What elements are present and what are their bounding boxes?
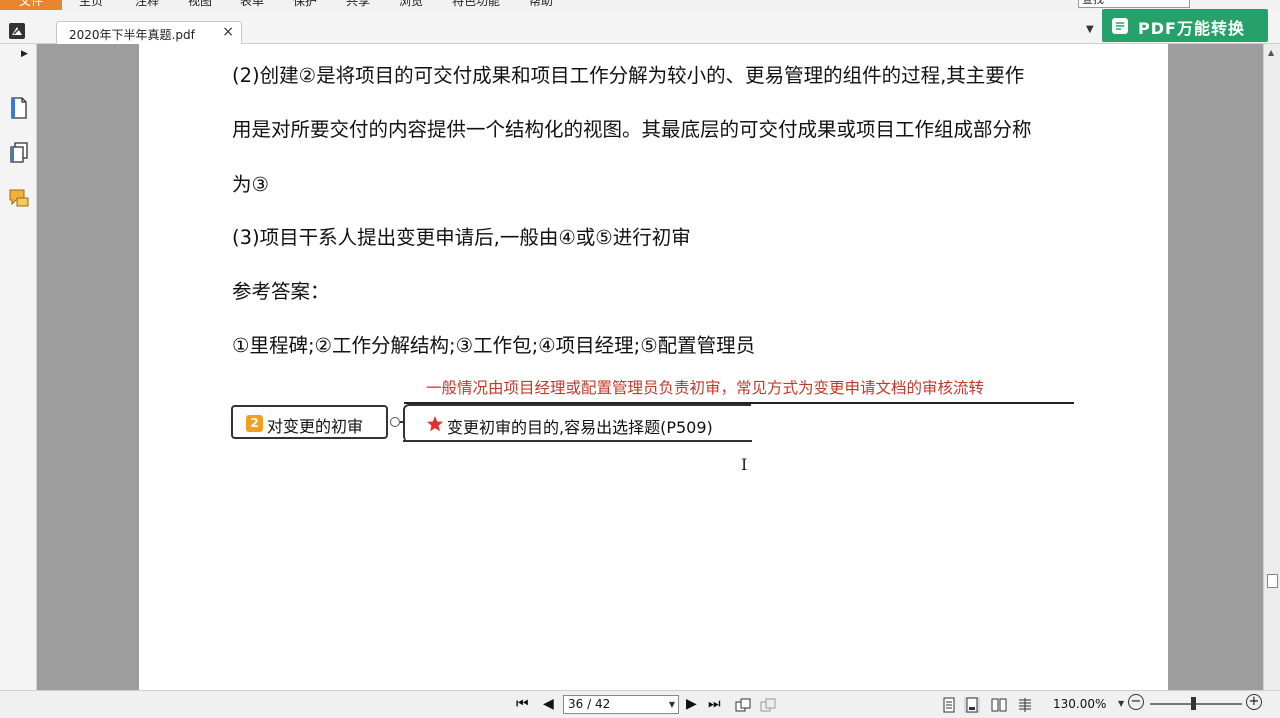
menu-form[interactable]: 表单 (240, 0, 264, 10)
zoom-level[interactable]: 130.00% (1053, 697, 1106, 711)
scroll-up-icon[interactable]: ▲ (1268, 48, 1274, 57)
left-sidebar: ▶ (0, 44, 37, 690)
menu-help[interactable]: 帮助 (529, 0, 553, 10)
menu-bar: 文件 主页 注释 视图 表单 保护 共享 浏览 特色功能 帮助 查找 (0, 0, 1280, 10)
collapse-node-icon[interactable] (390, 417, 400, 427)
text-line-3: 为③ (232, 173, 269, 196)
zoom-dropdown-icon[interactable]: ▼ (1118, 699, 1124, 708)
scrollbar-thumb[interactable] (1267, 574, 1278, 588)
menu-annotate[interactable]: 注释 (135, 0, 159, 10)
node-number-badge: 2 (246, 415, 263, 432)
app-logo-icon (9, 23, 25, 39)
pdf-convert-label: PDF万能转换 (1138, 19, 1245, 38)
page-thumbnail-icon[interactable] (8, 96, 30, 120)
zoom-out-icon[interactable]: − (1128, 694, 1144, 710)
text-cursor-icon: I (741, 455, 748, 474)
text-line-4: (3)项目干系人提出变更申请后,一般由④或⑤进行初审 (232, 226, 691, 249)
menu-home[interactable]: 主页 (79, 0, 103, 10)
tab-list-dropdown-icon[interactable]: ▼ (1086, 24, 1094, 35)
expand-panel-icon[interactable]: ▶ (21, 49, 28, 59)
continuous-view-icon[interactable] (964, 697, 980, 713)
menu-protect[interactable]: 保护 (293, 0, 317, 10)
two-page-view-icon[interactable] (991, 697, 1007, 713)
zoom-slider-track[interactable] (1150, 703, 1242, 705)
comments-icon[interactable] (8, 186, 30, 210)
page-dropdown-icon[interactable]: ▼ (669, 696, 675, 713)
pdf-convert-icon (1112, 18, 1128, 34)
document-tab[interactable]: 2020年下半年真题.pdf × (56, 21, 242, 45)
menu-file[interactable]: 文件 (0, 0, 62, 10)
menu-features[interactable]: 特色功能 (452, 0, 500, 10)
vertical-scrollbar[interactable]: ▲ (1263, 44, 1280, 690)
mindmap-node-initial-review[interactable]: 2 对变更的初审 (231, 405, 388, 439)
status-bar: ⏮ ◀ 36 / 42 ▼ ▶ ⏭ 130.00% ▼ − + (0, 690, 1280, 718)
menu-share[interactable]: 共享 (346, 0, 370, 10)
single-page-view-icon[interactable] (941, 697, 957, 713)
page-number-input[interactable]: 36 / 42 ▼ (563, 695, 679, 714)
text-line-2: 用是对所要交付的内容提供一个结构化的视图。其最底层的可交付成果或项目工作组成部分… (232, 118, 1032, 141)
node-purpose-label: 变更初审的目的,容易出选择题(P509) (447, 418, 713, 437)
node-purpose-underline (403, 440, 752, 442)
search-input[interactable]: 查找 (1078, 0, 1190, 8)
node-initial-label: 对变更的初审 (267, 417, 364, 436)
tab-bar: 2020年下半年真题.pdf × ▼ (0, 10, 1280, 45)
mindmap-node-purpose[interactable]: 变更初审的目的,容易出选择题(P509) (403, 404, 751, 442)
pdf-convert-button[interactable]: PDF万能转换 (1102, 9, 1268, 42)
page-number-value: 36 / 42 (568, 697, 611, 711)
text-line-5: 参考答案： (232, 280, 330, 303)
rotate-view-icon[interactable] (735, 697, 751, 713)
zoom-in-icon[interactable]: + (1246, 694, 1262, 710)
star-icon (427, 416, 443, 432)
first-page-icon[interactable]: ⏮ (516, 696, 529, 712)
previous-page-icon[interactable]: ◀ (543, 696, 554, 712)
close-tab-icon[interactable]: × (222, 24, 234, 40)
next-page-icon[interactable]: ▶ (686, 696, 697, 712)
layers-icon[interactable] (8, 141, 30, 165)
two-page-continuous-icon[interactable] (1017, 697, 1033, 713)
menu-view[interactable]: 视图 (188, 0, 212, 10)
text-line-6: ①里程碑;②工作分解结构;③工作包;④项目经理;⑤配置管理员 (232, 334, 756, 357)
menu-browse[interactable]: 浏览 (399, 0, 423, 10)
document-tab-label: 2020年下半年真题.pdf (69, 28, 195, 42)
red-annotation-note: 一般情况由项目经理或配置管理员负责初审，常见方式为变更申请文档的审核流转 (426, 379, 985, 397)
fit-view-icon[interactable] (760, 697, 776, 713)
last-page-icon[interactable]: ⏭ (708, 696, 721, 712)
zoom-slider-thumb[interactable] (1190, 697, 1196, 710)
text-line-1: (2)创建②是将项目的可交付成果和项目工作分解为较小的、更易管理的组件的过程,其… (232, 64, 1025, 87)
